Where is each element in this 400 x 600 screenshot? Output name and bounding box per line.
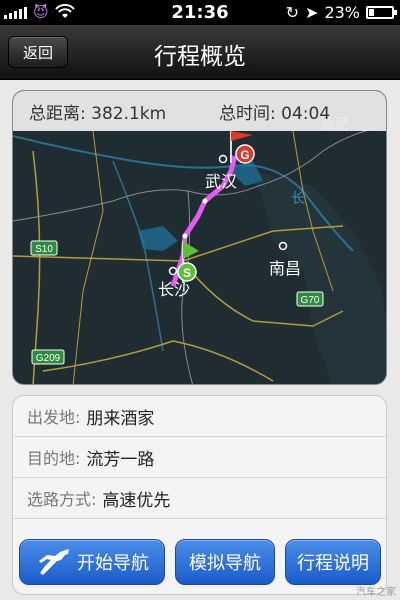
city-label-jiang: 长	[291, 191, 305, 207]
trip-description-button[interactable]: 行程说明	[285, 539, 381, 585]
watermark: 汽车之家	[356, 587, 396, 598]
route-mode-value: 高速优先	[102, 490, 171, 511]
city-label-nanchang: 南昌	[269, 259, 301, 278]
destination-value: 流芳一路	[86, 449, 155, 470]
time-value: 04:04	[281, 103, 331, 124]
status-bar: 😈 21:36 ↻ ➤ 23%	[0, 0, 400, 25]
highway-badge-s10-label: S10	[35, 244, 53, 255]
city-label-wuhan: 武汉	[205, 172, 237, 191]
map-canvas: G S 武汉 长沙 南昌 合肥 长 S10 G70 G209	[13, 117, 386, 384]
route-waypoint	[182, 233, 188, 239]
route-mode-row[interactable]: 选路方式: 高速优先	[13, 478, 386, 519]
end-marker-label: G	[240, 148, 249, 162]
status-right: ↻ ➤ 23%	[285, 3, 397, 22]
highway-badge-g70-label: G70	[301, 295, 320, 306]
battery-percent: 23%	[324, 3, 360, 22]
runner-icon	[39, 549, 69, 575]
river-2	[112, 160, 164, 352]
origin-row: 出发地: 朋来酒家	[13, 396, 386, 437]
battery-fill	[369, 9, 375, 16]
page-title: 行程概览	[154, 44, 246, 70]
start-marker-label: S	[183, 266, 191, 280]
trip-summary: 总距离: 382.1km 总时间: 04:04	[13, 91, 386, 131]
start-navigation-button[interactable]: 开始导航	[19, 539, 165, 585]
origin-label: 出发地:	[27, 408, 81, 427]
end-flag-icon	[231, 131, 253, 141]
simulate-navigation-button[interactable]: 模拟导航	[175, 539, 275, 585]
action-buttons: 开始导航 模拟导航 行程说明	[19, 539, 381, 585]
location-icon: ➤	[305, 3, 319, 22]
route-waypoint-2	[202, 198, 208, 204]
city-label-changsha: 长沙	[158, 280, 190, 299]
total-time: 总时间: 04:04	[219, 99, 330, 124]
distance-value: 382.1km	[91, 103, 167, 124]
start-navigation-label: 开始导航	[77, 553, 149, 574]
origin-value: 朋来酒家	[86, 408, 155, 429]
nav-bar: 返回 行程概览	[0, 25, 400, 80]
trip-details: 出发地: 朋来酒家 目的地: 流芳一路 选路方式: 高速优先 开始导航 模拟导航…	[12, 395, 387, 595]
destination-row: 目的地: 流芳一路	[13, 437, 386, 478]
route-mode-label: 选路方式:	[27, 490, 97, 509]
city-dot-wuhan	[218, 154, 228, 164]
destination-label: 目的地:	[27, 449, 81, 468]
total-distance: 总距离: 382.1km	[29, 99, 166, 124]
highway-badge-g209-label: G209	[36, 353, 61, 364]
route-map[interactable]: G S 武汉 长沙 南昌 合肥 长 S10 G70 G209 总距离: 382.…	[12, 90, 387, 385]
time-label: 总时间:	[219, 103, 276, 124]
distance-label: 总距离:	[29, 103, 86, 124]
rotation-lock-icon: ↻	[285, 3, 300, 22]
battery-icon	[366, 6, 397, 19]
region-east	[253, 171, 386, 384]
